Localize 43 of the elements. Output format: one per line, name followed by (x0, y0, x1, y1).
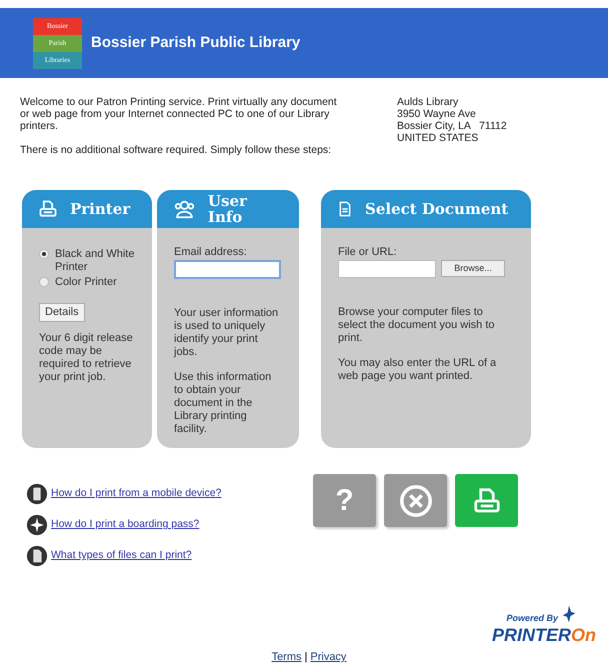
help-link[interactable]: How do I print from a mobile device? (51, 486, 222, 502)
browse-button[interactable]: Browse... (441, 260, 505, 277)
site-title: Bossier Parish Public Library (91, 32, 300, 53)
powered-by-text: Powered By (506, 612, 558, 625)
brand-suffix: On (571, 625, 596, 645)
address-line: UNITED STATES (397, 132, 480, 144)
panel-title: User Info (208, 193, 248, 225)
address-line: Bossier City, LA 71112 (397, 120, 507, 132)
field-label: Email address: (174, 246, 248, 259)
users-icon (173, 198, 196, 220)
file-field[interactable] (338, 260, 436, 278)
info-text: Your user information is used to uniquely identify your print jobs. (174, 307, 280, 359)
info-text: You may also enter the URL of a web page you want printed. (338, 357, 498, 383)
close-icon (398, 484, 432, 518)
intro-text: There is no additional software required. Simply follow these steps: (20, 144, 332, 156)
address-line: Aulds Library (397, 96, 460, 108)
radio-button[interactable] (39, 277, 49, 287)
info-text: Use this information to obtain your document in the Library printing facility. (174, 371, 272, 436)
field-label: File or URL: (338, 246, 398, 259)
panel-title: Select Document (365, 201, 508, 217)
intro-text: Welcome to our Patron Printing service. Print virtually any document or web page from your Internet connected PC to one of our Library printers. (20, 96, 338, 132)
help-link[interactable]: How do I print a boarding pass? (51, 517, 200, 533)
document-icon (337, 199, 353, 219)
address-line: 3950 Wayne Ave (397, 108, 477, 120)
printer-option[interactable]: Black and White Printer (39, 248, 135, 274)
footer-link[interactable]: Terms (272, 649, 302, 666)
separator-text: | (304, 650, 308, 665)
printer-icon (472, 486, 502, 516)
details-button[interactable]: Details (39, 303, 85, 322)
panel-title: Printer (70, 201, 130, 217)
footer-link[interactable]: Privacy (310, 649, 346, 666)
release-code-note: Your 6 digit release code may be required to retrieve your print job. (39, 332, 134, 384)
help-link[interactable]: What types of files can I print? (51, 548, 192, 564)
radio-button[interactable] (39, 249, 49, 259)
print-button[interactable] (455, 474, 518, 527)
mobile-icon (26, 483, 48, 505)
info-text: Browse your computer files to select the document you wish to print. (338, 306, 496, 345)
printer-option[interactable]: Color Printer (39, 276, 135, 289)
file-icon (26, 545, 48, 567)
brand-name: PRINTER (492, 625, 571, 645)
cancel-button[interactable] (384, 474, 447, 527)
email-field[interactable] (174, 260, 281, 279)
printer-icon (38, 199, 58, 219)
